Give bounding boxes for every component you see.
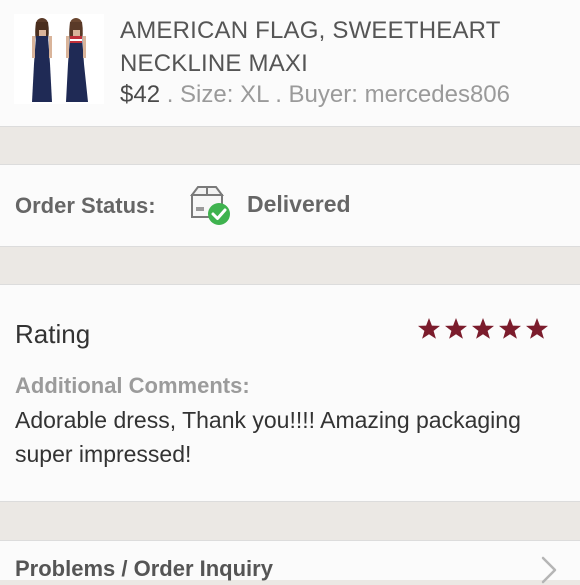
product-thumbnail[interactable] [14,14,104,104]
order-status-value: Delivered [247,191,351,217]
product-title[interactable]: AMERICAN FLAG, SWEETHEART NECKLINE MAXI [120,14,560,80]
product-price: $42 [120,81,161,108]
star-icon [499,318,521,339]
star-icon [418,318,440,339]
product-summary: AMERICAN FLAG, SWEETHEART NECKLINE MAXI … [0,0,580,127]
order-status-label: Order Status: [15,193,156,218]
product-size-buyer: . Size: XL . Buyer: mercedes806 [160,81,510,108]
star-icon [472,318,494,339]
package-delivered-icon [188,185,232,227]
star-rating [417,317,549,341]
star-icon [526,318,548,339]
dress-image [14,14,104,104]
rating-title: Rating [15,319,91,349]
comments-label: Additional Comments: [15,373,250,398]
order-inquiry-label[interactable]: Problems / Order Inquiry [15,556,273,582]
order-inquiry-row[interactable]: Problems / Order Inquiry [0,540,580,584]
order-status-row: Order Status: Delivered [0,164,580,247]
product-meta: $42 . Size: XL . Buyer: mercedes806 [120,80,510,110]
star-icon [445,318,467,339]
chevron-right-icon[interactable] [540,555,558,585]
rating-section: Rating Additional Comments: Adorable dre… [0,284,580,502]
comments-text: Adorable dress, Thank you!!!! Amazing pa… [15,407,521,467]
